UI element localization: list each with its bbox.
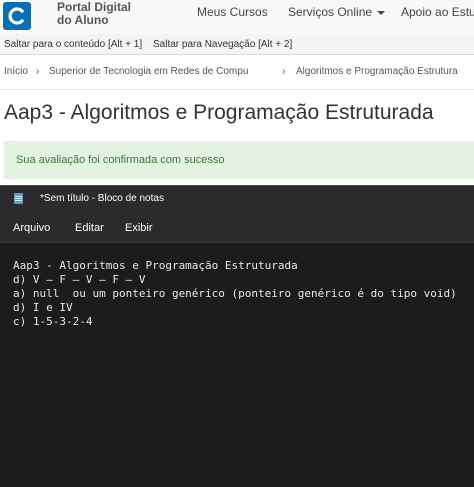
chevron-down-icon bbox=[377, 10, 386, 15]
breadcrumb-item-disciplina[interactable]: Algoritmos e Programação Estrutura bbox=[296, 66, 458, 77]
nav-servicos-online[interactable]: Serviços Online bbox=[288, 5, 386, 19]
portal-logo-icon[interactable] bbox=[3, 2, 31, 30]
portal-brand[interactable]: Portal Digital do Aluno bbox=[57, 1, 131, 27]
page-title: Aap3 - Algoritmos e Programação Estrutur… bbox=[4, 101, 434, 124]
text-line: d) I e IV bbox=[13, 301, 73, 314]
text-line: Aap3 - Algoritmos e Programação Estrutur… bbox=[13, 259, 298, 272]
brand-line-2: do Aluno bbox=[57, 13, 109, 27]
text-line: c) 1-5-3-2-4 bbox=[13, 315, 93, 328]
text-line: a) null ou um ponteiro genérico (ponteir… bbox=[13, 287, 457, 300]
notepad-text-area[interactable]: Aap3 - Algoritmos e Programação Estrutur… bbox=[0, 243, 474, 487]
notepad-window: *Sem título - Bloco de notas Arquivo Edi… bbox=[0, 185, 474, 487]
menu-exibir[interactable]: Exibir bbox=[125, 222, 153, 234]
skip-to-navigation-link[interactable]: Saltar para Navegação [Alt + 2] bbox=[153, 39, 292, 50]
skip-to-content-link[interactable]: Saltar para o conteúdo [Alt + 1] bbox=[4, 39, 142, 50]
nav-apoio-ao-estudante[interactable]: Apoio ao Estu bbox=[401, 5, 474, 19]
breadcrumb-separator: › bbox=[282, 66, 286, 77]
notepad-menubar: Arquivo Editar Exibir bbox=[0, 212, 474, 243]
alert-message: Sua avaliação foi confirmada com sucesso bbox=[16, 154, 225, 166]
menu-editar[interactable]: Editar bbox=[75, 222, 104, 234]
text-line: d) V – F – V – F – V bbox=[13, 273, 146, 286]
nav-meus-cursos[interactable]: Meus Cursos bbox=[197, 5, 268, 19]
portal-header: Portal Digital do Aluno Meus Cursos Serv… bbox=[0, 0, 474, 35]
breadcrumb-separator: › bbox=[36, 66, 40, 77]
skip-links-bar: Saltar para o conteúdo [Alt + 1] Saltar … bbox=[0, 34, 474, 55]
breadcrumb: Início › Superior de Tecnologia em Redes… bbox=[0, 55, 474, 90]
breadcrumb-item-inicio[interactable]: Início bbox=[4, 66, 28, 77]
nav-servicos-online-label: Serviços Online bbox=[288, 5, 373, 19]
menu-arquivo[interactable]: Arquivo bbox=[13, 222, 50, 234]
notepad-title: *Sem título - Bloco de notas bbox=[40, 193, 164, 204]
notepad-titlebar[interactable]: *Sem título - Bloco de notas bbox=[0, 186, 474, 212]
breadcrumb-item-curso[interactable]: Superior de Tecnologia em Redes de Compu bbox=[49, 66, 248, 77]
success-alert: Sua avaliação foi confirmada com sucesso bbox=[4, 141, 474, 179]
notepad-icon bbox=[14, 193, 23, 204]
